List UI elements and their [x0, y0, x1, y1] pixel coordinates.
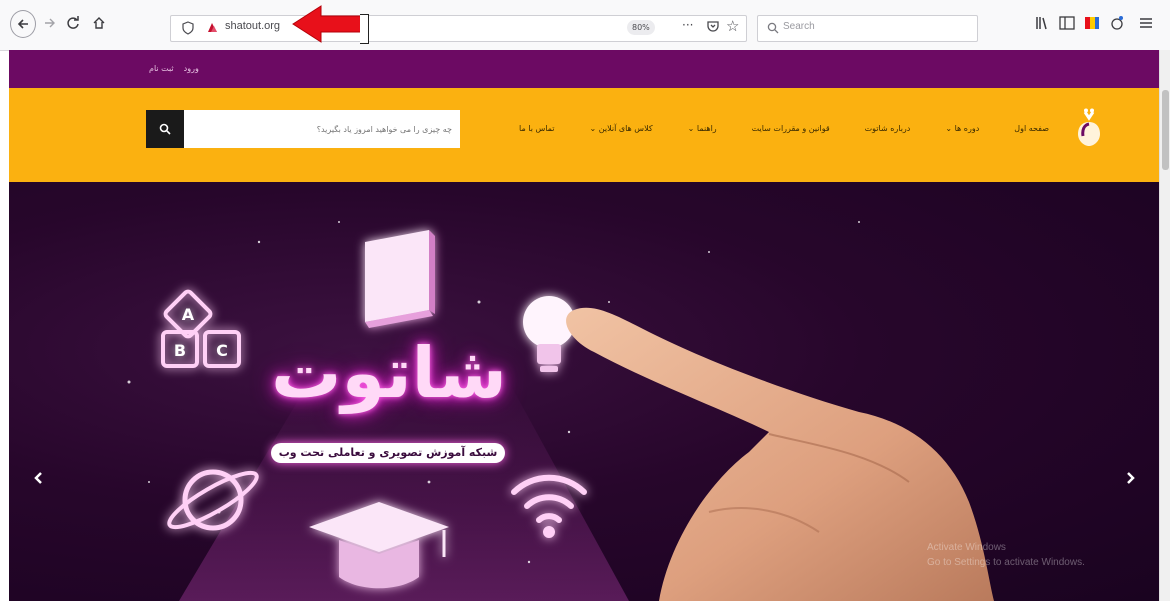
annotation-bracket — [360, 14, 369, 44]
url-text[interactable]: shatout.org — [225, 20, 280, 32]
hero-tagline: شبکه آموزش تصویری و تعاملی تحت وب — [271, 443, 505, 463]
site-search-button[interactable] — [146, 110, 184, 148]
block-letter-a: A — [182, 305, 195, 324]
arrow-left-icon — [17, 19, 28, 29]
nav-item-contact[interactable]: تماس با ما — [519, 124, 555, 133]
hero-slider: A B C شاتوت شبکه آموزش تصویری و تعاملی ت… — [9, 182, 1159, 601]
nav-item-home[interactable]: صفحه اول — [1014, 124, 1049, 133]
hamburger-menu-icon[interactable] — [1137, 13, 1155, 33]
arrow-right-icon — [45, 18, 55, 28]
bookmark-star-icon[interactable]: ☆ — [726, 17, 739, 35]
chevron-down-icon: ⌄ — [589, 124, 597, 133]
site-search — [146, 110, 460, 148]
search-placeholder[interactable]: Search — [783, 21, 815, 32]
home-button[interactable] — [88, 10, 110, 36]
nav-item-courses[interactable]: دوره ها ⌄ — [945, 124, 979, 133]
login-link[interactable]: ورود — [184, 64, 199, 73]
pocket-icon[interactable] — [706, 20, 720, 34]
library-icon[interactable] — [1034, 13, 1052, 33]
scrollbar-thumb[interactable] — [1162, 90, 1169, 170]
extension-flag-icon[interactable] — [1083, 13, 1101, 33]
windows-activation-watermark: Activate Windows Go to Settings to activ… — [927, 540, 1137, 570]
site-favicon-icon — [208, 23, 217, 32]
browser-search-bar[interactable]: Search — [757, 15, 978, 42]
reload-icon — [67, 16, 79, 29]
nav-item-courses-label: دوره ها — [954, 124, 980, 133]
abc-blocks-icon: A B C — [161, 289, 241, 368]
hero-illustration: A B C — [127, 221, 994, 601]
slider-prev-button[interactable] — [23, 463, 53, 493]
main-nav: صفحه اول دوره ها ⌄ درباره شاتوت قوانین و… — [519, 124, 1049, 133]
chevron-left-icon — [34, 472, 42, 484]
zoom-level-badge[interactable]: 80% — [627, 20, 655, 35]
nav-item-about[interactable]: درباره شاتوت — [865, 124, 911, 133]
chevron-down-icon: ⌄ — [687, 124, 695, 133]
page-actions-icon[interactable]: ··· — [682, 18, 693, 32]
watermark-line-2: Go to Settings to activate Windows. — [927, 557, 1085, 568]
home-icon — [93, 17, 105, 29]
site-search-input[interactable] — [184, 110, 460, 148]
sidebar-icon[interactable] — [1058, 13, 1076, 33]
browser-toolbar: shatout.org 80% ··· ☆ Search — [0, 0, 1170, 51]
reload-button[interactable] — [62, 10, 84, 36]
back-button[interactable] — [10, 10, 36, 38]
red-arrow-annotation — [292, 5, 362, 43]
lightbulb-icon — [523, 296, 575, 372]
nav-item-help[interactable]: راهنما ⌄ — [688, 124, 717, 133]
book-icon — [365, 230, 435, 328]
site-header: صفحه اول دوره ها ⌄ درباره شاتوت قوانین و… — [9, 88, 1159, 182]
block-letter-b: B — [174, 341, 186, 360]
page-scrollbar[interactable] — [1159, 50, 1170, 601]
watermark-line-1: Activate Windows — [927, 542, 1006, 553]
tracking-shield-icon[interactable] — [182, 21, 194, 35]
block-letter-c: C — [216, 341, 228, 360]
chevron-right-icon — [1127, 472, 1135, 484]
nav-item-online-classes[interactable]: کلاس های آنلاین ⌄ — [590, 124, 653, 133]
search-icon — [767, 22, 779, 34]
url-bar[interactable]: shatout.org 80% ··· ☆ — [170, 15, 747, 42]
nav-item-help-label: راهنما — [696, 124, 717, 133]
hero-brand-title: شاتوت — [271, 332, 507, 414]
extension-puzzle-icon[interactable] — [1108, 13, 1126, 33]
topbar-links: ثبت نام ورود — [149, 64, 199, 73]
nav-item-rules[interactable]: قوانین و مقررات سایت — [752, 124, 830, 133]
nav-item-online-classes-label: کلاس های آنلاین — [598, 124, 653, 133]
register-link[interactable]: ثبت نام — [149, 64, 174, 73]
chevron-down-icon: ⌄ — [945, 124, 953, 133]
slider-next-button[interactable] — [1116, 463, 1146, 493]
forward-button[interactable] — [41, 10, 59, 36]
site-topbar: ثبت نام ورود — [9, 50, 1159, 88]
site-logo[interactable] — [1075, 108, 1103, 148]
search-icon — [159, 123, 171, 135]
